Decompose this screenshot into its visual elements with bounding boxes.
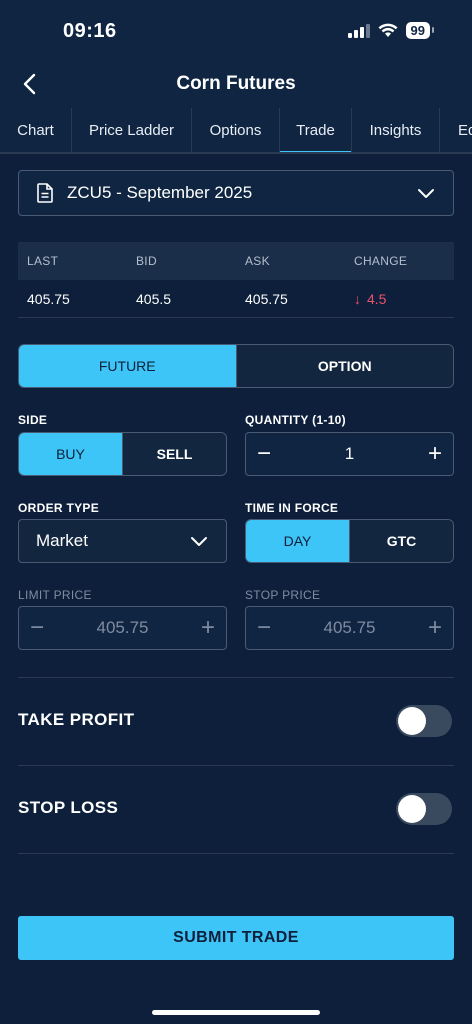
limit-price-input[interactable]: 405.75 [55, 618, 190, 638]
quantity-input[interactable]: 1 [282, 444, 417, 464]
option-button[interactable]: OPTION [235, 345, 453, 387]
chevron-down-icon [191, 537, 207, 546]
gtc-button[interactable]: GTC [349, 520, 453, 562]
limit-price-stepper: − 405.75 + [18, 606, 227, 650]
stop-price-label: STOP PRICE [245, 588, 321, 602]
toggle-knob [398, 795, 426, 823]
tab-insights[interactable]: Insights [352, 108, 440, 152]
quote-header-bid: BID [136, 254, 157, 268]
divider [18, 765, 454, 766]
tab-price-ladder[interactable]: Price Ladder [72, 108, 192, 152]
battery-icon: 99 [405, 22, 435, 39]
nav-bar: Corn Futures [0, 60, 472, 108]
side-label: SIDE [18, 413, 48, 427]
page-title: Corn Futures [176, 73, 296, 94]
divider [18, 677, 454, 678]
stop-loss-label: STOP LOSS [18, 798, 119, 817]
contract-selector[interactable]: ZCU5 - September 2025 [18, 170, 454, 216]
quote-change-value: 4.5 [367, 290, 387, 307]
order-type-select[interactable]: Market [18, 519, 227, 563]
stop-price-increase-button[interactable]: + [417, 607, 453, 649]
side-toggle: BUY SELL [18, 432, 227, 476]
quote-header-row: LAST BID ASK CHANGE [18, 242, 454, 280]
quantity-stepper: − 1 + [245, 432, 454, 476]
document-icon [37, 183, 53, 203]
quote-header-last: LAST [27, 254, 59, 268]
quote-value-row: 405.75 405.5 405.75 ↓ 4.5 [18, 280, 454, 318]
limit-price-decrease-button[interactable]: − [19, 607, 55, 649]
future-button[interactable]: FUTURE [19, 345, 236, 387]
submit-trade-button[interactable]: SUBMIT TRADE [18, 916, 454, 960]
stop-price-input[interactable]: 405.75 [282, 618, 417, 638]
status-bar: 09:16 99 [0, 0, 472, 60]
limit-price-label: LIMIT PRICE [18, 588, 92, 602]
home-indicator [152, 1010, 320, 1015]
quote-header-change: CHANGE [354, 254, 408, 268]
arrow-down-icon: ↓ [354, 290, 361, 307]
quote-change: ↓ 4.5 [345, 291, 454, 307]
sell-button[interactable]: SELL [122, 433, 226, 475]
wifi-icon [378, 23, 398, 37]
take-profit-toggle[interactable] [396, 705, 452, 737]
quote-last: 405.75 [27, 290, 70, 307]
quote-header-ask: ASK [245, 254, 270, 268]
buy-button[interactable]: BUY [19, 433, 122, 475]
quote-ask: 405.75 [245, 290, 288, 307]
order-type-label: ORDER TYPE [18, 501, 100, 515]
contract-label: ZCU5 - September 2025 [67, 183, 253, 202]
quote-table: LAST BID ASK CHANGE 405.75 405.5 405.75 … [18, 242, 454, 318]
toggle-knob [398, 707, 426, 735]
tab-trade[interactable]: Trade [280, 108, 352, 152]
instrument-toggle: FUTURE OPTION [18, 344, 454, 388]
chevron-down-icon [418, 189, 434, 198]
tab-bar: Chart Price Ladder Options Trade Insight… [0, 108, 472, 154]
quote-bid: 405.5 [136, 290, 172, 307]
time-in-force-label: TIME IN FORCE [245, 501, 339, 515]
take-profit-label: TAKE PROFIT [18, 710, 135, 729]
status-time: 09:16 [63, 20, 117, 42]
divider [18, 853, 454, 854]
quantity-decrease-button[interactable]: − [246, 433, 282, 475]
stop-loss-toggle[interactable] [396, 793, 452, 825]
stop-price-decrease-button[interactable]: − [246, 607, 282, 649]
status-icons: 99 [347, 22, 435, 39]
order-type-value: Market [36, 531, 88, 550]
quantity-increase-button[interactable]: + [417, 433, 453, 475]
tab-options[interactable]: Options [192, 108, 280, 152]
tab-chart[interactable]: Chart [0, 108, 72, 152]
tab-education[interactable]: Ed [440, 108, 472, 152]
limit-price-increase-button[interactable]: + [190, 607, 226, 649]
stop-price-stepper: − 405.75 + [245, 606, 454, 650]
time-in-force-toggle: DAY GTC [245, 519, 454, 563]
quantity-label: QUANTITY (1-10) [245, 413, 346, 427]
cellular-signal-icon [347, 23, 370, 38]
day-button[interactable]: DAY [246, 520, 349, 562]
